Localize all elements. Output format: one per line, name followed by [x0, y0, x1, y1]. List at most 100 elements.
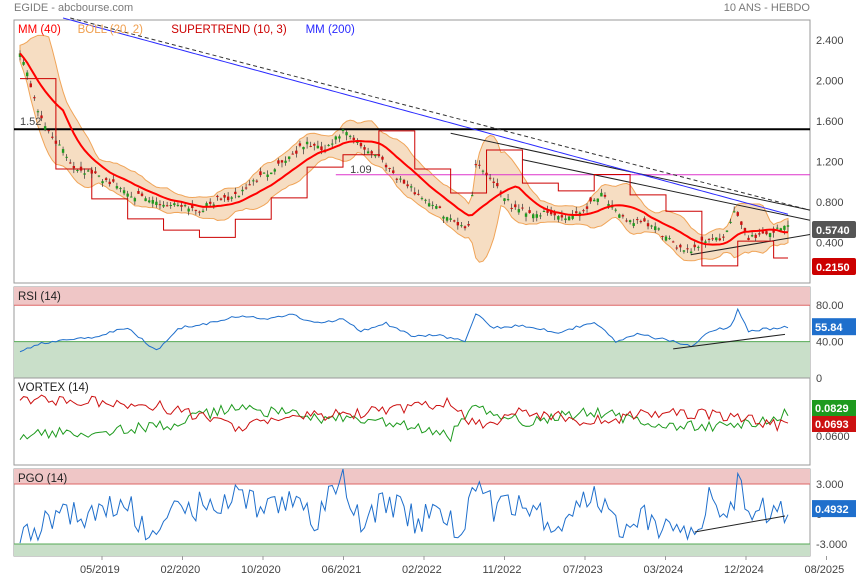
candle-body	[108, 181, 111, 185]
candle-body	[266, 174, 269, 177]
candle-body	[309, 145, 312, 147]
legend-entry: SUPERTREND (10, 3)	[171, 24, 287, 36]
candle-body	[704, 241, 707, 243]
candle-body	[643, 218, 646, 222]
candle-body	[352, 137, 355, 141]
candle-body	[201, 210, 205, 212]
price-y-tick: 0.400	[816, 238, 844, 250]
candle-body	[320, 146, 323, 151]
candle-body	[417, 193, 420, 195]
candle-body	[255, 180, 259, 182]
candle-body	[104, 178, 108, 180]
candle-body	[700, 236, 704, 241]
candle-body	[180, 205, 183, 207]
candle-body	[334, 136, 338, 140]
candle-body	[485, 172, 488, 176]
candle-body	[722, 236, 725, 238]
candle-body	[603, 194, 607, 197]
candle-body	[158, 204, 162, 206]
candle-body	[65, 156, 68, 158]
candle-body	[768, 233, 772, 237]
candle-body	[463, 226, 467, 229]
candle-body	[492, 181, 495, 183]
candle-body	[176, 204, 180, 206]
candle-body	[36, 111, 40, 113]
chart-canvas: 1.52 1.09 2.400 2.000 1.600 1.200 0.800 0.400 MM…	[13, 17, 856, 576]
candle-body	[593, 199, 596, 202]
candle-body	[90, 170, 93, 174]
candle-body	[280, 160, 284, 163]
rsi-panel-overbought-zone	[14, 287, 810, 306]
candle-body	[262, 172, 266, 174]
candle-body	[155, 201, 158, 206]
candle-body	[761, 231, 765, 234]
candle-body	[675, 247, 678, 249]
candle-body	[83, 173, 86, 175]
candle-body	[69, 162, 72, 164]
candle-body	[661, 236, 664, 238]
candle-body	[467, 224, 470, 226]
candle-body	[388, 167, 391, 169]
candle-body	[22, 61, 25, 65]
candle-body	[575, 211, 578, 214]
pgo-y-tick: -3.000	[816, 539, 847, 551]
candle-body	[682, 250, 686, 252]
candle-body	[668, 238, 671, 240]
candle-body	[287, 156, 291, 159]
candle-body	[33, 97, 36, 99]
rsi-y-tick: 40.00	[816, 337, 844, 349]
candle-body	[86, 170, 90, 172]
candle-body	[76, 169, 79, 171]
candle-body	[140, 193, 144, 196]
x-axis-label: 08/2025	[805, 564, 845, 576]
candle-body	[582, 210, 585, 212]
candle-body	[636, 219, 639, 221]
vortex-plus-value: 0.0829	[815, 403, 849, 415]
x-axis-label: 03/2024	[644, 564, 684, 576]
pink-level-label: 1.09	[350, 164, 371, 176]
candle-body	[413, 192, 416, 195]
candle-body	[381, 156, 384, 160]
candle-body	[657, 228, 661, 230]
candle-body	[79, 166, 83, 171]
candle-body	[596, 198, 599, 202]
candle-body	[456, 222, 460, 226]
candle-body	[244, 187, 248, 189]
candle-body	[750, 235, 754, 237]
candle-body	[241, 189, 244, 192]
candle-body	[535, 214, 538, 218]
candle-body	[112, 179, 115, 182]
candle-body	[664, 236, 668, 241]
candle-body	[474, 164, 477, 166]
candle-body	[259, 171, 262, 176]
candle-body	[144, 198, 147, 202]
price-y-tick: 1.200	[816, 157, 844, 169]
candle-body	[621, 215, 625, 217]
candle-body	[654, 226, 657, 231]
candle-body	[51, 136, 54, 138]
candle-body	[295, 150, 298, 154]
candle-body	[539, 215, 542, 217]
candle-body	[205, 203, 208, 207]
candle-body	[689, 251, 693, 254]
candle-body	[524, 213, 528, 217]
legend-entry: MM (40)	[18, 24, 61, 36]
candle-body	[147, 200, 151, 203]
candle-body	[506, 199, 510, 201]
candle-body	[363, 147, 366, 150]
candle-body	[366, 151, 370, 154]
candle-body	[226, 196, 230, 201]
candle-body	[693, 244, 696, 248]
x-axis-label: 02/2020	[161, 564, 201, 576]
candle-body	[370, 151, 373, 154]
candle-body	[384, 164, 388, 168]
candle-body	[711, 238, 714, 240]
candle-body	[270, 172, 273, 175]
candle-body	[650, 225, 653, 227]
candle-body	[449, 218, 452, 220]
candle-body	[460, 225, 463, 227]
candle-body	[392, 170, 395, 174]
pgo-last-value: 0.4932	[815, 504, 849, 516]
candle-body	[528, 210, 531, 214]
level-line-label: 1.52	[20, 116, 41, 128]
